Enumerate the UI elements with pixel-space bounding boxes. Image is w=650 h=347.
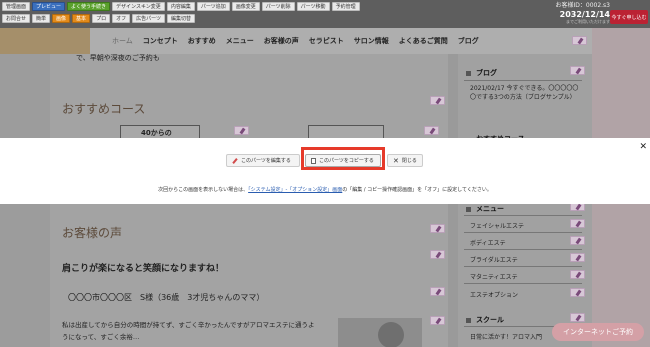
quick-actions-button[interactable]: よく使う手続き: [67, 1, 111, 11]
menu-item-edit-icon[interactable]: [570, 288, 585, 297]
customer-photo: [338, 318, 422, 347]
admin-toolbar-row-2: お問合せ 簡単 画像 基本 プロ オフ 広告パーツ 編集切替: [0, 13, 196, 23]
close-dialog-button[interactable]: ✕ 閉じる: [387, 154, 423, 167]
change-image-button[interactable]: 画像変更: [231, 1, 260, 11]
add-part-button[interactable]: パーツ追加: [196, 1, 230, 11]
recommend-heading: おすすめコース: [62, 102, 146, 116]
nav-item-recommend[interactable]: おすすめ: [188, 36, 216, 46]
recommend-edit-icon[interactable]: [430, 96, 445, 105]
nav-item-home[interactable]: ホーム: [112, 36, 133, 46]
easy-mode-button[interactable]: 簡単: [32, 13, 51, 23]
pencil-icon: [232, 158, 238, 164]
course-edit-icon-2[interactable]: [424, 126, 439, 135]
school-title-marker: [466, 318, 471, 323]
copy-button-highlight: [301, 147, 385, 170]
sidebar-menu-item-option[interactable]: エステオプション: [470, 290, 518, 299]
sidebar-school-item[interactable]: 日常に活かす！アロマ入門: [470, 332, 542, 341]
voice-subtitle: 肩こりが楽になると笑顔になりますね！: [62, 264, 225, 274]
design-skin-button[interactable]: デザインスキン変更: [112, 1, 165, 11]
nav-edit-icon[interactable]: [572, 36, 587, 45]
inquiry-button[interactable]: お問合せ: [2, 13, 31, 23]
nav-item-blog[interactable]: ブログ: [458, 36, 479, 46]
image-mode-button[interactable]: 画像: [52, 13, 71, 23]
menu-item-edit-icon[interactable]: [570, 219, 585, 228]
edit-toggle-button[interactable]: 編集切替: [167, 13, 196, 23]
divider: [464, 215, 582, 216]
school-edit-icon[interactable]: [570, 313, 585, 322]
nav-item-concept[interactable]: コンセプト: [143, 36, 178, 46]
account-info: お客様ID：0002.s3 2032/12/14 までご利用いただけます: [555, 2, 610, 25]
apply-now-button[interactable]: 今すぐ申し込む: [610, 10, 648, 24]
divider: [464, 80, 582, 81]
sidebar-school-title: スクール: [476, 316, 504, 324]
voice-customer-name: 〇〇〇市〇〇〇区 S様（36歳 3才児ちゃんのママ）: [68, 293, 265, 302]
basic-mode-button[interactable]: 基本: [72, 13, 91, 23]
close-icon: ✕: [393, 156, 399, 165]
close-dialog-label: 閉じる: [401, 158, 417, 164]
page: 管理画面 プレビュー よく使う手続き デザインスキン変更 内容編集 パーツ追加 …: [0, 0, 650, 347]
expiry-date: 2032/12/14: [559, 10, 610, 19]
divider: [464, 232, 582, 233]
voice-body-line-2: うになって、すごく余裕…: [62, 333, 140, 341]
sidebar-menu-item-bridal[interactable]: ブライダルエステ: [470, 255, 518, 264]
site-navigation: ホーム コンセプト おすすめ メニュー お客様の声 セラピスト サロン情報 よく…: [0, 28, 650, 54]
edit-part-button[interactable]: このパーツを編集する: [226, 154, 300, 167]
sidebar-blog-title: ブログ: [476, 69, 497, 77]
voice-heading: お客様の声: [62, 226, 123, 240]
sidebar-blog-item[interactable]: 2021/02/17 今すぐできる。〇〇〇〇〇〇でする3つの方法（ブログサンプル…: [470, 84, 584, 102]
course-edit-icon[interactable]: [234, 126, 249, 135]
blog-edit-icon[interactable]: [570, 66, 585, 75]
expiry-note: までご利用いただけます: [566, 19, 610, 24]
sidebar-menu-item-facial[interactable]: フェイシャルエステ: [470, 221, 524, 230]
edit-content-button[interactable]: 内容編集: [166, 1, 195, 11]
nav-item-salon[interactable]: サロン情報: [354, 36, 389, 46]
off-mode-button[interactable]: オフ: [112, 13, 131, 23]
voice-edit-icon[interactable]: [430, 224, 445, 233]
ad-parts-button[interactable]: 広告パーツ: [132, 13, 165, 23]
customer-id: お客様ID：0002.s3: [555, 2, 610, 9]
divider: [464, 249, 582, 250]
move-part-button[interactable]: パーツ移動: [296, 1, 330, 11]
sidebar-menu-title: メニュー: [476, 205, 504, 213]
nav-menu: ホーム コンセプト おすすめ メニュー お客様の声 セラピスト サロン情報 よく…: [112, 36, 479, 46]
menu-item-edit-icon[interactable]: [570, 253, 585, 262]
course-card[interactable]: 40からの: [120, 125, 200, 139]
delete-part-button[interactable]: パーツ削除: [261, 1, 295, 11]
intro-text: で、早朝や深夜のご予約も: [76, 54, 160, 62]
system-settings-link[interactable]: 「システム設定」-「オプション設定」画面: [248, 187, 342, 193]
dialog-note-before: 次回からこの画面を表示しない場合は、: [158, 187, 249, 193]
divider: [464, 266, 582, 267]
nav-item-faq[interactable]: よくあるご質問: [399, 36, 448, 46]
blog-title-marker: [466, 71, 471, 76]
admin-toolbar: 管理画面 プレビュー よく使う手続き デザインスキン変更 内容編集 パーツ追加 …: [0, 0, 650, 28]
admin-menu-button[interactable]: 管理画面: [2, 1, 31, 11]
preview-button[interactable]: プレビュー: [32, 1, 66, 11]
menu-item-edit-icon[interactable]: [570, 270, 585, 279]
internet-reservation-button[interactable]: インターネットご予約: [552, 323, 644, 341]
voice-sub-edit-icon[interactable]: [430, 250, 445, 259]
site-logo[interactable]: [0, 28, 90, 54]
sidebar-menu-item-maternity[interactable]: マタニティエステ: [470, 272, 518, 281]
edit-part-label: このパーツを編集する: [241, 158, 291, 164]
nav-item-therapist[interactable]: セラピスト: [309, 36, 344, 46]
voice-body-edit-icon[interactable]: [430, 316, 445, 325]
voice-name-edit-icon[interactable]: [430, 287, 445, 296]
reservation-button[interactable]: 予約管理: [331, 1, 360, 11]
dialog-note: 次回からこの画面を表示しない場合は、「システム設定」-「オプション設定」画面の「…: [0, 186, 650, 193]
dialog-note-after: の「編集 / コピー操作確認画面」を「オフ」に設定してください。: [342, 187, 492, 193]
course-card-text: 40からの: [141, 129, 172, 137]
menu-title-marker: [466, 207, 471, 212]
divider: [464, 283, 582, 284]
nav-item-menu[interactable]: メニュー: [226, 36, 254, 46]
dialog-close-icon[interactable]: ✕: [639, 142, 647, 152]
course-card-2[interactable]: [308, 125, 384, 139]
pro-mode-button[interactable]: プロ: [92, 13, 111, 23]
sidebar-menu-item-body[interactable]: ボディエステ: [470, 238, 506, 247]
admin-toolbar-row-1: 管理画面 プレビュー よく使う手続き デザインスキン変更 内容編集 パーツ追加 …: [0, 1, 360, 11]
voice-body-line-1: 私は出産してから自分の時間が持てず、すごく辛かったんですがアロマエステに通うよ: [62, 321, 315, 329]
menu-item-edit-icon[interactable]: [570, 236, 585, 245]
nav-item-voice[interactable]: お客様の声: [264, 36, 299, 46]
